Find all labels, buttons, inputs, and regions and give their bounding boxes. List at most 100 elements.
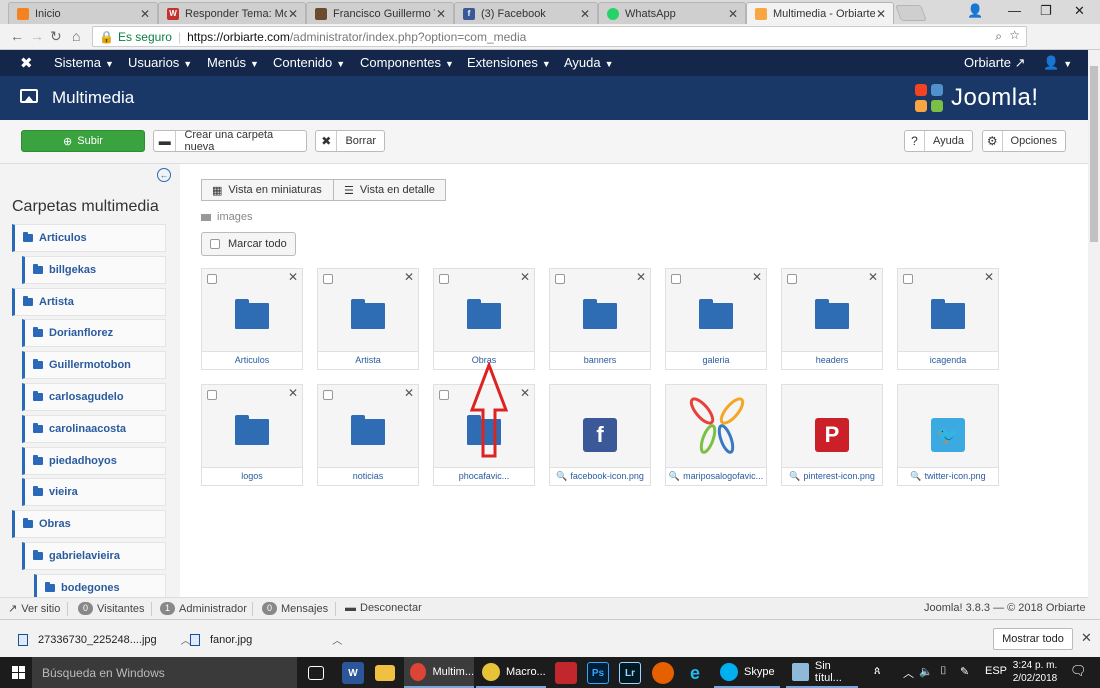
delete-x-icon[interactable]: ✕ xyxy=(868,270,878,284)
magnifier-icon[interactable]: 🔍 xyxy=(556,471,567,481)
checkbox[interactable] xyxy=(207,390,217,400)
delete-x-icon[interactable]: ✕ xyxy=(984,270,994,284)
scrollbar-thumb[interactable] xyxy=(1090,66,1098,242)
task-view-icon[interactable] xyxy=(308,666,324,680)
download-item[interactable]: 27336730_225248....jpg ︿ xyxy=(18,632,191,647)
media-image-tile[interactable]: 🐦 🔍 twitter-icon.png xyxy=(897,384,999,486)
taskbar-app-chrome[interactable]: Multim... xyxy=(404,657,474,688)
checkbox[interactable] xyxy=(787,274,797,284)
options-button[interactable]: ⚙ Opciones xyxy=(982,130,1066,152)
media-folder-tile[interactable]: ✕ headers xyxy=(781,268,883,370)
menu-ayuda[interactable]: Ayuda ▼ xyxy=(564,55,614,70)
page-scrollbar[interactable] xyxy=(1088,50,1100,619)
taskbar-clock[interactable]: 3:24 p. m. 2/02/2018 xyxy=(1010,659,1060,685)
menu-extensiones[interactable]: Extensiones ▼ xyxy=(467,55,551,70)
back-icon[interactable]: ← xyxy=(10,28,24,44)
sidebar-folder-item[interactable]: Artista xyxy=(12,287,166,316)
media-folder-tile[interactable]: ✕ banners xyxy=(549,268,651,370)
zoom-icon[interactable]: ⌕ xyxy=(995,29,1002,44)
media-folder-tile[interactable]: ✕ noticias xyxy=(317,384,419,486)
pen-icon[interactable]: ✎ xyxy=(960,665,969,678)
delete-x-icon[interactable]: ✕ xyxy=(752,270,762,284)
profile-icon[interactable]: 👤 xyxy=(967,3,983,19)
media-folder-tile[interactable]: ✕ galeria xyxy=(665,268,767,370)
network-icon[interactable]: ⌷ xyxy=(940,665,947,678)
home-icon[interactable]: ⌂ xyxy=(72,28,80,44)
taskbar-app-notepad[interactable]: Sin títul... xyxy=(786,657,858,688)
people-icon[interactable]: ጰ xyxy=(874,665,881,678)
media-folder-tile[interactable]: ✕ Articulos xyxy=(201,268,303,370)
checkbox[interactable] xyxy=(439,390,449,400)
word-icon[interactable]: W xyxy=(342,662,364,684)
detail-view-button[interactable]: ☰ Vista en detalle xyxy=(333,179,446,201)
media-folder-tile[interactable]: ✕ Artista xyxy=(317,268,419,370)
magnifier-icon[interactable]: 🔍 xyxy=(789,471,800,481)
sidebar-folder-item[interactable]: piedadhoyos xyxy=(22,446,166,475)
media-folder-tile[interactable]: ✕ icagenda xyxy=(897,268,999,370)
checkbox[interactable] xyxy=(439,274,449,284)
browser-tab[interactable]: Inicio ✕ xyxy=(8,2,158,24)
breadcrumb[interactable]: images xyxy=(201,211,252,223)
browser-tab[interactable]: f (3) Facebook ✕ xyxy=(454,2,598,24)
download-item[interactable]: fanor.jpg ︿ xyxy=(190,632,342,647)
media-image-tile[interactable]: P 🔍 pinterest-icon.png xyxy=(781,384,883,486)
close-tab-icon[interactable]: ✕ xyxy=(139,7,151,21)
menu-contenido[interactable]: Contenido ▼ xyxy=(273,55,345,70)
checkbox[interactable] xyxy=(555,274,565,284)
delete-x-icon[interactable]: ✕ xyxy=(288,270,298,284)
magnifier-icon[interactable]: 🔍 xyxy=(669,471,680,481)
taskbar-app-macro[interactable]: Macro... xyxy=(476,657,546,688)
new-folder-button[interactable]: ▬ Crear una carpeta nueva xyxy=(153,129,307,153)
close-tab-icon[interactable]: ✕ xyxy=(435,7,447,21)
new-tab-button[interactable] xyxy=(895,5,927,21)
sidebar-folder-item[interactable]: gabrielavieira xyxy=(22,542,166,570)
view-site-link[interactable]: ↗ Ver sitio xyxy=(8,602,60,616)
delete-x-icon[interactable]: ✕ xyxy=(636,270,646,284)
browser-tab[interactable]: W Responder Tema: Modul ✕ xyxy=(158,2,306,24)
logout-link[interactable]: ▬ Desconectar xyxy=(345,602,422,614)
delete-button[interactable]: ✖ Borrar xyxy=(315,130,385,152)
browser-tab[interactable]: WhatsApp ✕ xyxy=(598,2,746,24)
collapse-sidebar-icon[interactable]: ← xyxy=(157,168,171,182)
sketchup-icon[interactable] xyxy=(555,662,577,684)
delete-x-icon[interactable]: ✕ xyxy=(404,270,414,284)
messages-count[interactable]: 0 Mensajes xyxy=(262,602,328,615)
sidebar-folder-item[interactable]: Guillermotobon xyxy=(22,351,166,380)
close-tab-icon[interactable]: ✕ xyxy=(579,7,591,21)
upload-button[interactable]: ⊕ Subir xyxy=(21,130,145,152)
media-image-tile[interactable]: f 🔍 facebook-icon.png xyxy=(549,384,651,486)
reload-icon[interactable]: ↻ xyxy=(50,28,62,45)
menu-sistema[interactable]: Sistema ▼ xyxy=(54,55,114,70)
sidebar-folder-item[interactable]: Obras xyxy=(12,510,166,539)
close-tab-icon[interactable]: ✕ xyxy=(287,7,299,21)
sidebar-folder-item[interactable]: vieira xyxy=(22,478,166,507)
close-tab-icon[interactable]: ✕ xyxy=(875,7,887,21)
restore-icon[interactable]: ❐ xyxy=(1040,3,1052,19)
photoshop-icon[interactable]: Ps xyxy=(587,662,609,684)
thumbnail-view-button[interactable]: ▦ Vista en miniaturas xyxy=(201,179,334,201)
language-indicator[interactable]: ESP xyxy=(985,665,1007,677)
checkbox[interactable] xyxy=(903,274,913,284)
media-image-tile[interactable]: 🔍 mariposalogofavic... xyxy=(665,384,767,486)
checkbox[interactable] xyxy=(323,390,333,400)
lightroom-icon[interactable]: Lr xyxy=(619,662,641,684)
sidebar-folder-item[interactable]: bodegones xyxy=(34,573,166,597)
address-bar[interactable]: 🔒 Es seguro | https://orbiarte.com /admi… xyxy=(92,26,1027,47)
magnifier-icon[interactable]: 🔍 xyxy=(910,471,921,481)
edge-icon[interactable]: e xyxy=(684,662,706,684)
joomla-logo-icon[interactable]: ✖ xyxy=(20,54,33,72)
close-downloads-icon[interactable]: ✕ xyxy=(1081,630,1092,646)
volume-icon[interactable]: 🔈 xyxy=(919,665,933,678)
forward-icon[interactable]: → xyxy=(30,28,44,44)
taskbar-search-box[interactable]: Búsqueda en Windows xyxy=(32,657,297,688)
sidebar-folder-item[interactable]: billgekas xyxy=(22,255,166,284)
site-link[interactable]: Orbiarte ↗ xyxy=(964,55,1026,71)
checkbox[interactable] xyxy=(207,274,217,284)
menu-componentes[interactable]: Componentes ▼ xyxy=(360,55,454,70)
delete-x-icon[interactable]: ✕ xyxy=(520,386,530,400)
sidebar-folder-item[interactable]: Dorianflorez xyxy=(22,319,166,348)
show-all-downloads-button[interactable]: Mostrar todo xyxy=(993,628,1073,650)
sidebar-folder-item[interactable]: carlosagudelo xyxy=(22,383,166,411)
delete-x-icon[interactable]: ✕ xyxy=(520,270,530,284)
media-folder-tile[interactable]: ✕ logos xyxy=(201,384,303,486)
